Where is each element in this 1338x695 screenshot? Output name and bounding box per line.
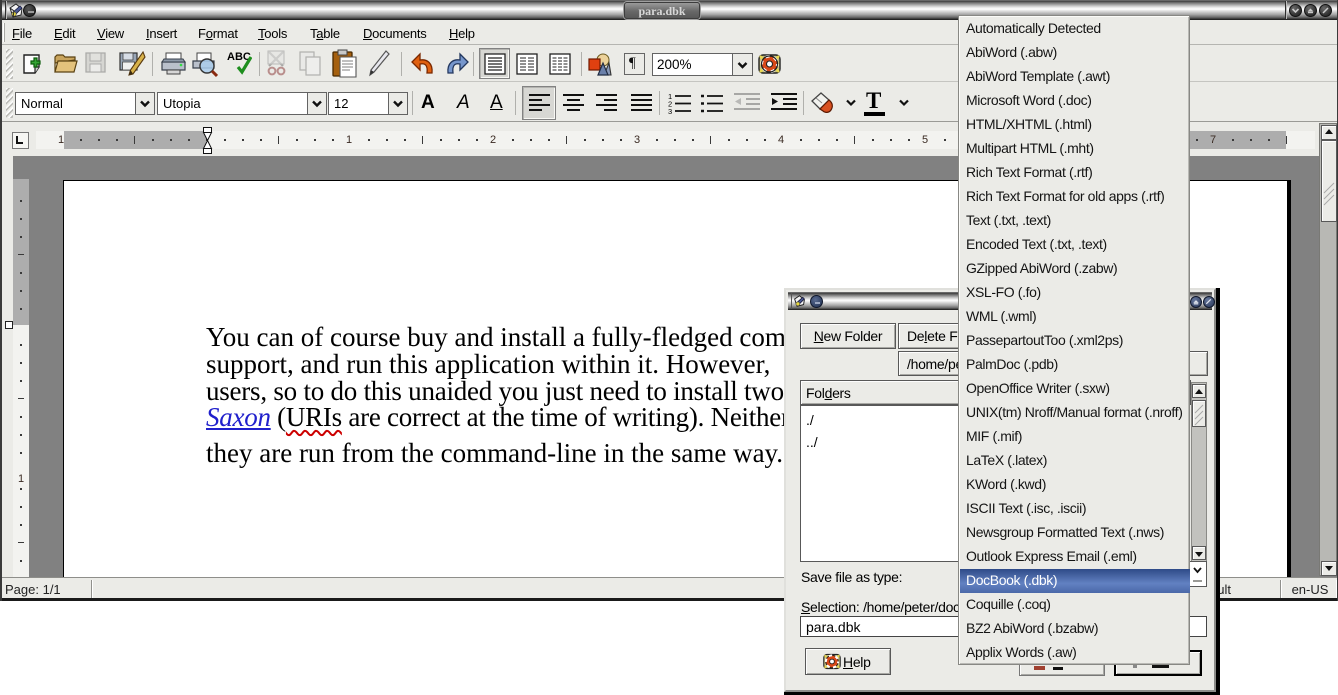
svg-text:3: 3 — [668, 107, 672, 115]
